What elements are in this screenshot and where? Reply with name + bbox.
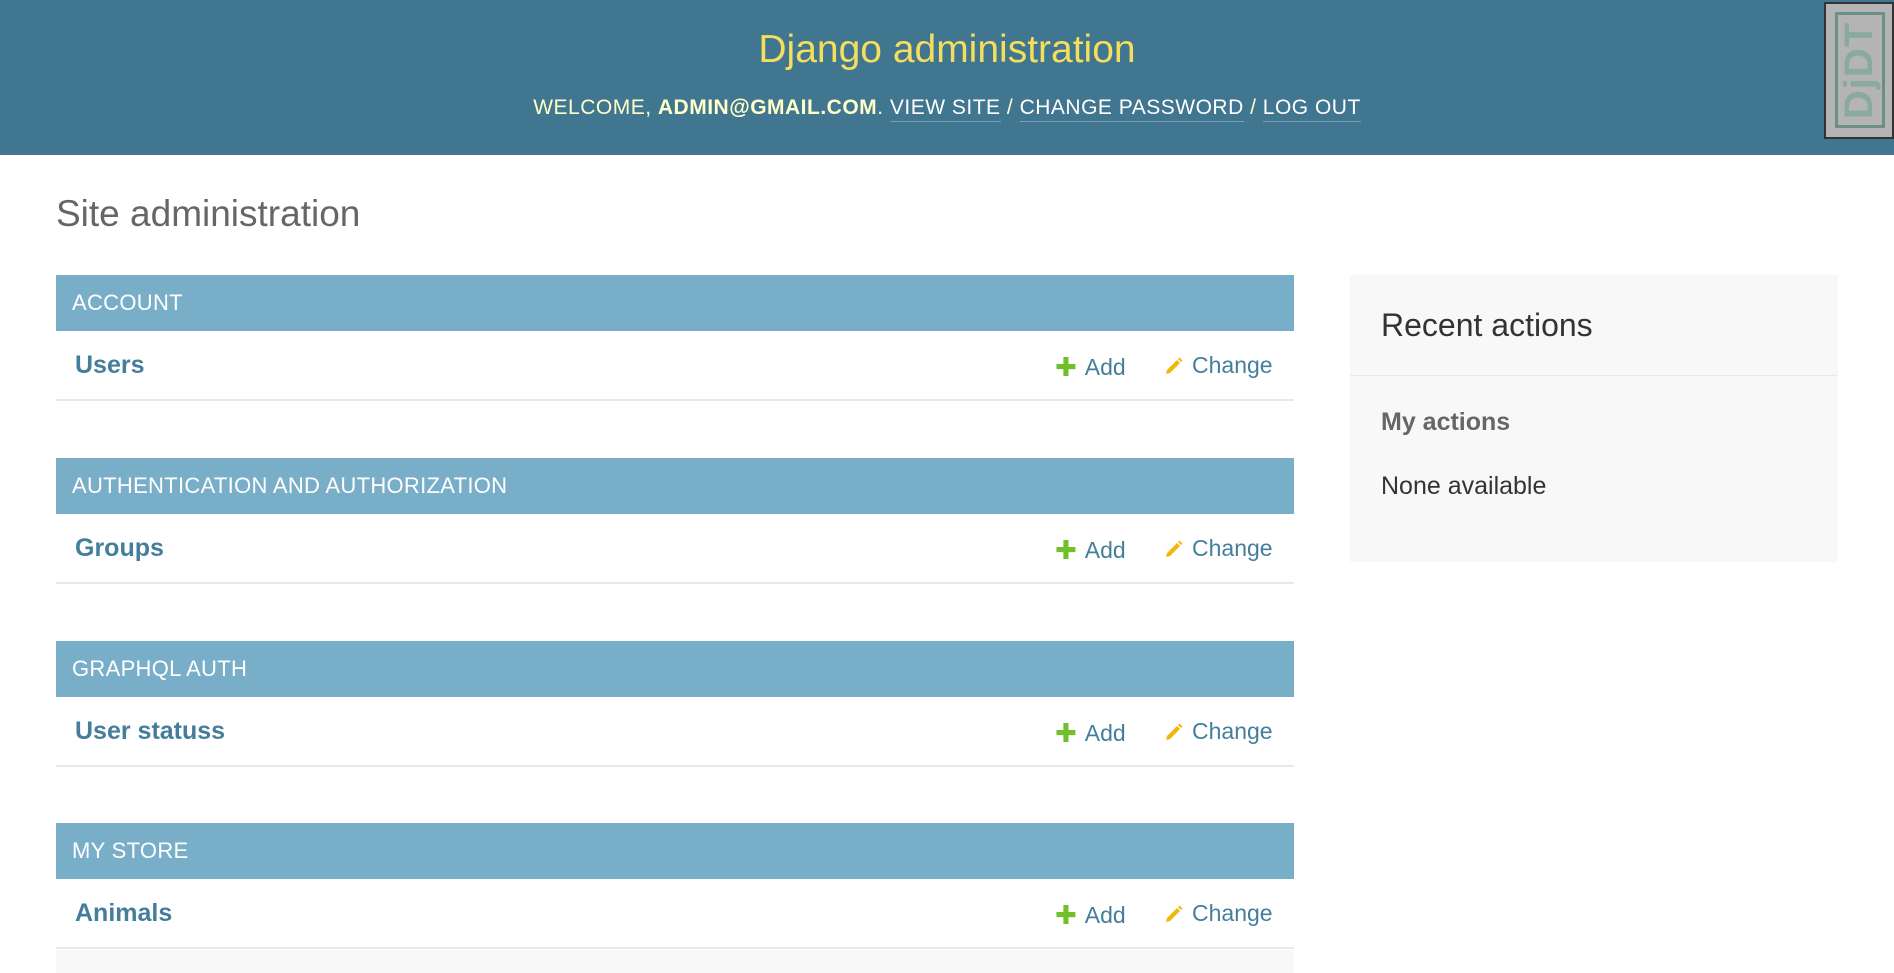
module-account: ACCOUNT Users ✚ Add Change <box>56 275 1294 401</box>
module-caption[interactable]: MY STORE <box>56 823 1294 879</box>
header: Django administration WELCOME, ADMIN@GMA… <box>0 0 1894 155</box>
plus-icon: ✚ <box>1055 718 1077 748</box>
module-caption[interactable]: AUTHENTICATION AND AUTHORIZATION <box>56 458 1294 514</box>
user-tools: WELCOME, ADMIN@GMAIL.COM. VIEW SITE / CH… <box>0 96 1894 122</box>
pencil-icon <box>1166 723 1183 740</box>
change-animals-link[interactable]: Change <box>1164 900 1273 927</box>
debug-toolbar-label: DjDT <box>1837 21 1882 119</box>
welcome-prefix: WELCOME, <box>533 96 652 119</box>
add-groups-link[interactable]: ✚ Add <box>1055 535 1126 566</box>
plus-icon: ✚ <box>1055 900 1077 930</box>
add-label: Add <box>1084 902 1126 928</box>
change-users-link[interactable]: Change <box>1164 352 1273 379</box>
change-label: Change <box>1192 352 1273 378</box>
change-label: Change <box>1192 718 1273 744</box>
pencil-icon <box>1166 540 1183 557</box>
log-out-link[interactable]: LOG OUT <box>1262 96 1361 122</box>
separator: / <box>1250 96 1257 119</box>
model-row-user-statuss: User statuss ✚ Add Change <box>56 697 1294 767</box>
debug-toolbar-handle-frame: DjDT <box>1835 12 1885 128</box>
table-row <box>56 950 1294 973</box>
plus-icon: ✚ <box>1055 352 1077 382</box>
debug-toolbar-handle[interactable]: DjDT <box>1824 2 1894 139</box>
pencil-icon <box>1166 357 1183 374</box>
add-animals-link[interactable]: ✚ Add <box>1055 900 1126 931</box>
model-link-groups[interactable]: Groups <box>75 534 164 563</box>
welcome-suffix: . <box>877 96 884 119</box>
separator: / <box>1006 96 1014 119</box>
my-actions-heading: My actions <box>1381 408 1511 436</box>
model-row-users: Users ✚ Add Change <box>56 331 1294 401</box>
model-link-user-statuss[interactable]: User statuss <box>75 717 225 746</box>
change-label: Change <box>1192 900 1273 926</box>
module-caption[interactable]: ACCOUNT <box>56 275 1294 331</box>
page-title: Site administration <box>56 193 361 234</box>
site-branding[interactable]: Django administration <box>0 28 1894 72</box>
add-label: Add <box>1084 354 1126 380</box>
view-site-link[interactable]: VIEW SITE <box>889 96 1001 122</box>
model-link-users[interactable]: Users <box>75 351 145 380</box>
plus-icon: ✚ <box>1055 535 1077 565</box>
change-user-statuss-link[interactable]: Change <box>1164 718 1273 745</box>
module-caption[interactable]: GRAPHQL AUTH <box>56 641 1294 697</box>
recent-actions-title: Recent actions <box>1381 307 1593 343</box>
recent-actions-panel: Recent actions My actions None available <box>1350 275 1838 562</box>
module-authentication-and-authorization: AUTHENTICATION AND AUTHORIZATION Groups … <box>56 458 1294 584</box>
add-users-link[interactable]: ✚ Add <box>1055 352 1126 383</box>
pencil-icon <box>1166 905 1183 922</box>
module-my-store: MY STORE Animals ✚ Add Change <box>56 823 1294 949</box>
change-groups-link[interactable]: Change <box>1164 535 1273 562</box>
change-password-link[interactable]: CHANGE PASSWORD <box>1019 96 1244 122</box>
model-row-groups: Groups ✚ Add Change <box>56 514 1294 584</box>
empty-state-text: None available <box>1381 472 1547 500</box>
add-label: Add <box>1084 720 1126 746</box>
username: ADMIN@GMAIL.COM <box>657 96 878 119</box>
change-label: Change <box>1192 535 1273 561</box>
divider <box>1350 375 1838 376</box>
model-row-animals: Animals ✚ Add Change <box>56 879 1294 949</box>
add-label: Add <box>1084 537 1126 563</box>
model-link-animals[interactable]: Animals <box>75 899 172 928</box>
module-graphql-auth: GRAPHQL AUTH User statuss ✚ Add Change <box>56 641 1294 767</box>
add-user-statuss-link[interactable]: ✚ Add <box>1055 718 1126 749</box>
